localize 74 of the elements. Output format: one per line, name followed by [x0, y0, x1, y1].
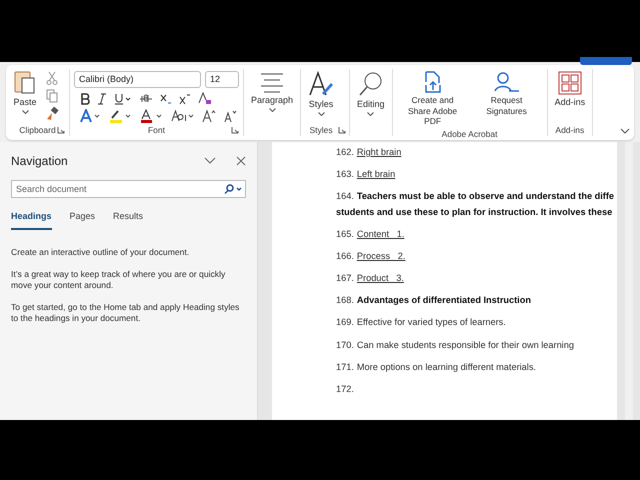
- strikethrough-icon[interactable]: [139, 92, 153, 104]
- list-number: 163.: [336, 169, 354, 180]
- list-item-text: Content 1.: [356, 228, 404, 239]
- list-item-text: students and use these to plan for instruction. It involves these: [336, 206, 614, 219]
- signature-icon: [492, 71, 521, 93]
- help-text: It’s a great way to keep track of where you are or quickly move your content around.: [11, 268, 226, 292]
- paragraph-button[interactable]: Paragraph: [248, 69, 296, 123]
- list-number: 169.: [336, 317, 354, 328]
- clipboard-icon: [13, 69, 37, 95]
- list-item-text: Product 3.: [356, 272, 404, 283]
- group-label: Styles: [309, 124, 333, 134]
- list-item-text: Process 2.: [356, 250, 406, 261]
- pane-tab[interactable]: Pages: [70, 210, 96, 230]
- font-color-icon[interactable]: [140, 109, 164, 123]
- list-number: 166.: [336, 250, 354, 261]
- list-item-text: More options on learning different materials.: [356, 362, 536, 372]
- font-name-field[interactable]: Calibri (Body): [74, 71, 201, 88]
- font-size-field[interactable]: 12: [205, 71, 239, 88]
- underline-icon[interactable]: [114, 92, 132, 104]
- collapse-ribbon-icon[interactable]: [620, 128, 630, 134]
- search-icon: [358, 71, 384, 97]
- list-item-text: Right brain: [356, 147, 402, 157]
- list-number: 171.: [336, 362, 354, 372]
- editing-button[interactable]: Editing: [354, 69, 388, 123]
- list-item-text: Can make students responsible for their own learning: [356, 340, 574, 350]
- add-ins-icon: [558, 71, 582, 95]
- search-icon[interactable]: [224, 184, 242, 194]
- list-number: 172.: [336, 384, 354, 394]
- close-icon[interactable]: [236, 156, 246, 166]
- italic-icon[interactable]: [97, 92, 107, 104]
- bold-icon[interactable]: [80, 92, 90, 104]
- group-label: Add-ins: [555, 124, 584, 134]
- group-label: Adobe Acrobat: [442, 128, 498, 139]
- list-number: 164.: [336, 191, 354, 202]
- search-field[interactable]: Search document: [11, 180, 246, 198]
- help-text: To get started, go to the Home tab and apply Heading styles to the headings in your document.: [11, 302, 240, 325]
- pane-title: Navigation: [11, 154, 69, 168]
- chevron-down-icon[interactable]: [204, 157, 216, 165]
- dialog-launcher-icon[interactable]: [231, 126, 239, 134]
- styles-button[interactable]: Styles: [305, 69, 338, 123]
- scroll-bar[interactable]: [625, 142, 633, 420]
- paste-button[interactable]: Paste: [10, 69, 40, 123]
- request-signatures-button[interactable]: Request Signatures: [470, 69, 543, 129]
- list-item-text: Effective for varied types of learners.: [356, 317, 506, 328]
- list-number: 162.: [336, 147, 354, 157]
- paragraph-icon: [259, 71, 286, 93]
- document-share-icon: [422, 71, 443, 93]
- create-pdf-button[interactable]: Create and Share Adobe PDF: [396, 69, 469, 129]
- list-number: 168.: [336, 295, 354, 306]
- list-number: 165.: [336, 228, 354, 239]
- change-case-icon[interactable]: [171, 109, 195, 123]
- dialog-launcher-icon[interactable]: [338, 126, 346, 134]
- add-ins-button[interactable]: Add-ins: [552, 69, 588, 123]
- paintbrush-icon[interactable]: [46, 107, 59, 121]
- shrink-font-icon[interactable]: [223, 109, 237, 123]
- list-item-text: Left brain: [356, 169, 396, 180]
- list-item-text: Advantages of differentiated Instruction: [356, 295, 531, 306]
- list-number: 167.: [336, 272, 354, 283]
- superscript-icon[interactable]: [179, 92, 191, 104]
- pane-tab[interactable]: Results: [113, 210, 144, 230]
- group-label: Clipboard: [19, 124, 56, 134]
- group-label: Font: [148, 124, 165, 134]
- subscript-icon[interactable]: [160, 92, 172, 104]
- clear-formatting-icon[interactable]: [198, 92, 212, 105]
- grow-font-icon[interactable]: [202, 109, 216, 123]
- dialog-launcher-icon[interactable]: [57, 126, 65, 134]
- list-number: 170.: [336, 340, 354, 350]
- help-text: Create an interactive outline of your document.: [11, 247, 190, 259]
- pane-tab[interactable]: Headings: [11, 210, 52, 230]
- highlighter-icon[interactable]: [109, 109, 133, 123]
- text-effects-icon[interactable]: [80, 109, 102, 123]
- scissors-icon[interactable]: [46, 71, 58, 85]
- styles-icon: [308, 71, 334, 97]
- list-item-text: Teachers must be able to observe and understand the diffe: [356, 191, 614, 202]
